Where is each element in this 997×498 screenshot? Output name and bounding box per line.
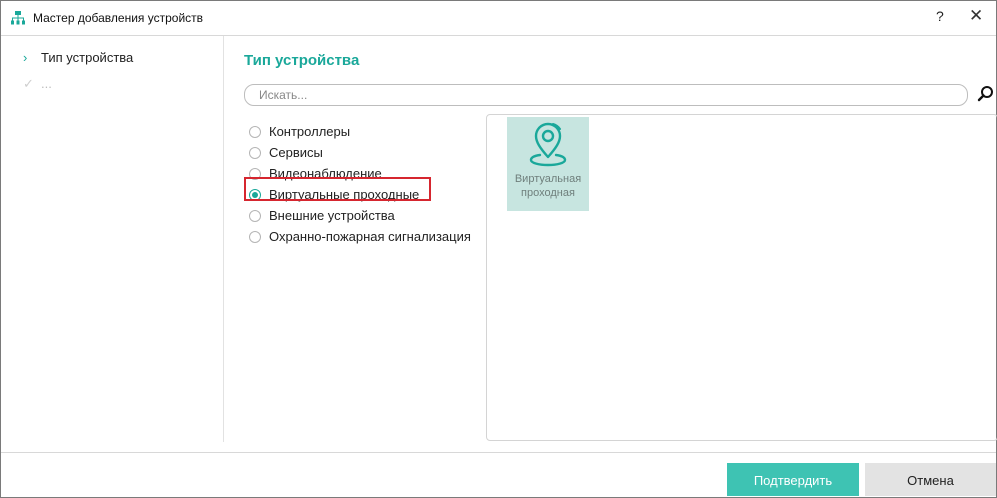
dialog-footer: Подтвердить Отмена — [1, 452, 996, 498]
step-device-type[interactable]: › Тип устройства — [23, 50, 133, 65]
tile-label-line2: проходная — [521, 187, 575, 199]
search-box — [244, 84, 968, 106]
selection-highlight-box — [244, 177, 431, 201]
radio-label: Внешние устройства — [269, 208, 395, 223]
radio-button[interactable] — [249, 146, 261, 159]
close-button[interactable]: ✕ — [969, 6, 983, 26]
step-pending: ✓... — [23, 76, 52, 92]
radio-label: Контроллеры — [269, 124, 351, 139]
check-circle-icon: ✓ — [23, 76, 34, 91]
search-icon[interactable] — [977, 85, 995, 103]
radio-external-devices[interactable]: Внешние устройства — [249, 205, 471, 226]
tile-label-line1: Виртуальная — [514, 173, 582, 185]
devices-app-icon — [11, 11, 25, 25]
radio-label: Охранно-пожарная сигнализация — [269, 229, 471, 244]
radio-button[interactable] — [249, 125, 261, 138]
help-button[interactable]: ? — [936, 8, 944, 24]
device-tiles-panel: Виртуальная проходная — [486, 114, 997, 441]
radio-controllers[interactable]: Контроллеры — [249, 121, 471, 142]
device-wizard-window: Мастер добавления устройств ? ✕ › Тип уст… — [0, 0, 997, 498]
wizard-steps-sidebar: › Тип устройства ✓... — [1, 36, 224, 442]
window-title: Мастер добавления устройств — [33, 11, 204, 25]
step-label: ... — [41, 76, 52, 91]
confirm-button[interactable]: Подтвердить — [727, 463, 859, 496]
radio-label: Сервисы — [269, 145, 323, 160]
radio-button[interactable] — [249, 209, 261, 222]
location-pin-icon — [529, 122, 567, 167]
chevron-right-icon: › — [23, 50, 28, 65]
radio-button[interactable] — [249, 230, 261, 243]
step-label: Тип устройства — [41, 50, 134, 65]
cancel-button[interactable]: Отмена — [865, 463, 996, 496]
device-tile-virtual-checkpoint[interactable]: Виртуальная проходная — [507, 117, 589, 211]
radio-fire-security-alarm[interactable]: Охранно-пожарная сигнализация — [249, 226, 471, 247]
title-bar: Мастер добавления устройств ? ✕ — [1, 1, 996, 36]
search-input[interactable] — [257, 85, 951, 105]
page-title: Тип устройства — [244, 52, 360, 69]
radio-services[interactable]: Сервисы — [249, 142, 471, 163]
